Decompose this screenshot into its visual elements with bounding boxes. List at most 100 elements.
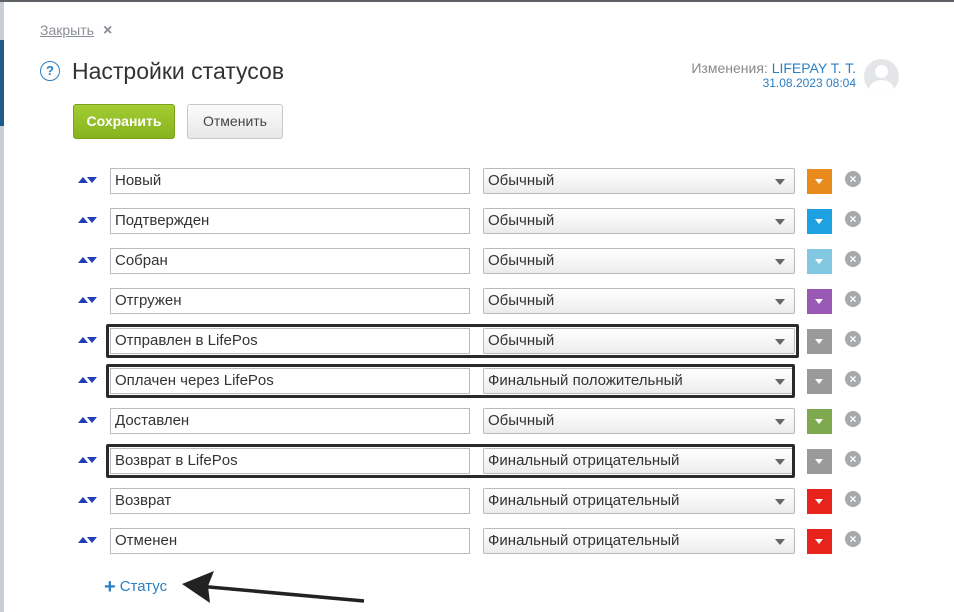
delete-status-icon[interactable]: × <box>845 211 861 227</box>
delete-status-icon[interactable]: × <box>845 531 861 547</box>
status-name-input[interactable]: Отгружен <box>110 288 470 314</box>
status-type-select[interactable]: Финальный положительный <box>483 368 795 394</box>
move-down-icon[interactable] <box>87 257 97 263</box>
save-button[interactable]: Сохранить <box>73 104 175 139</box>
delete-status-icon[interactable]: × <box>845 451 861 467</box>
chevron-down-icon <box>775 419 785 425</box>
delete-status-icon[interactable]: × <box>845 291 861 307</box>
delete-status-icon[interactable]: × <box>845 251 861 267</box>
status-type-select[interactable]: Обычный <box>483 208 795 234</box>
avatar-head <box>875 65 888 78</box>
status-name-input[interactable]: Оплачен через LifePos <box>110 368 470 394</box>
status-color-picker[interactable] <box>807 529 832 554</box>
status-type-value: Финальный отрицательный <box>488 532 680 549</box>
status-type-select[interactable]: Финальный отрицательный <box>483 448 795 474</box>
chevron-down-icon <box>775 299 785 305</box>
status-type-select[interactable]: Обычный <box>483 328 795 354</box>
chevron-down-icon <box>815 179 823 184</box>
status-row: Отменен Финальный отрицательный × <box>2 528 954 556</box>
chevron-down-icon <box>775 379 785 385</box>
move-down-icon[interactable] <box>87 497 97 503</box>
status-row: Возврат Финальный отрицательный × <box>2 488 954 516</box>
status-name-input[interactable]: Отменен <box>110 528 470 554</box>
status-row: Возврат в LifePos Финальный отрицательны… <box>2 444 954 478</box>
chevron-down-icon <box>815 379 823 384</box>
status-type-value: Финальный положительный <box>488 372 683 389</box>
cancel-button[interactable]: Отменить <box>187 104 283 139</box>
move-down-icon[interactable] <box>87 417 97 423</box>
move-down-icon[interactable] <box>87 177 97 183</box>
status-color-picker[interactable] <box>807 249 832 274</box>
status-row: Оплачен через LifePos Финальный положите… <box>2 364 954 398</box>
status-type-select[interactable]: Обычный <box>483 248 795 274</box>
chevron-down-icon <box>775 179 785 185</box>
status-type-select[interactable]: Обычный <box>483 288 795 314</box>
delete-status-icon[interactable]: × <box>845 491 861 507</box>
move-down-icon[interactable] <box>87 377 97 383</box>
close-link[interactable]: Закрыть <box>40 22 94 38</box>
chevron-down-icon <box>815 259 823 264</box>
annotation-arrow <box>182 571 365 603</box>
chevron-down-icon <box>815 299 823 304</box>
move-down-icon[interactable] <box>87 537 97 543</box>
chevron-down-icon <box>775 339 785 345</box>
status-type-value: Обычный <box>488 332 555 349</box>
sort-arrows-icon[interactable] <box>78 377 98 385</box>
status-name-input[interactable]: Возврат в LifePos <box>110 448 470 474</box>
sort-arrows-icon[interactable] <box>78 337 98 345</box>
chevron-down-icon <box>775 219 785 225</box>
sort-arrows-icon[interactable] <box>78 297 98 305</box>
status-color-picker[interactable] <box>807 369 832 394</box>
delete-status-icon[interactable]: × <box>845 331 861 347</box>
move-down-icon[interactable] <box>87 337 97 343</box>
chevron-down-icon <box>815 499 823 504</box>
help-icon[interactable]: ? <box>40 61 60 81</box>
chevron-down-icon <box>815 419 823 424</box>
chevron-down-icon <box>775 539 785 545</box>
avatar[interactable] <box>864 59 899 94</box>
move-down-icon[interactable] <box>87 457 97 463</box>
status-type-select[interactable]: Обычный <box>483 408 795 434</box>
status-name-input[interactable]: Доставлен <box>110 408 470 434</box>
chevron-down-icon <box>775 259 785 265</box>
status-color-picker[interactable] <box>807 289 832 314</box>
sort-arrows-icon[interactable] <box>78 177 98 185</box>
status-type-select[interactable]: Финальный отрицательный <box>483 488 795 514</box>
status-type-value: Обычный <box>488 252 555 269</box>
sort-arrows-icon[interactable] <box>78 537 98 545</box>
sort-arrows-icon[interactable] <box>78 417 98 425</box>
status-type-select[interactable]: Финальный отрицательный <box>483 528 795 554</box>
status-color-picker[interactable] <box>807 209 832 234</box>
changes-date: 31.08.2023 08:04 <box>762 76 856 90</box>
status-color-picker[interactable] <box>807 449 832 474</box>
status-color-picker[interactable] <box>807 409 832 434</box>
status-name-input[interactable]: Подтвержден <box>110 208 470 234</box>
status-name-input[interactable]: Новый <box>110 168 470 194</box>
chevron-down-icon <box>815 459 823 464</box>
status-type-select[interactable]: Обычный <box>483 168 795 194</box>
move-down-icon[interactable] <box>87 217 97 223</box>
sort-arrows-icon[interactable] <box>78 497 98 505</box>
status-name-input[interactable]: Отправлен в LifePos <box>110 328 470 354</box>
close-icon[interactable]: × <box>103 22 112 40</box>
status-color-picker[interactable] <box>807 329 832 354</box>
status-color-picker[interactable] <box>807 489 832 514</box>
delete-status-icon[interactable]: × <box>845 371 861 387</box>
changes-prefix: Изменения: <box>691 60 768 76</box>
delete-status-icon[interactable]: × <box>845 411 861 427</box>
move-down-icon[interactable] <box>87 297 97 303</box>
status-name-input[interactable]: Возврат <box>110 488 470 514</box>
chevron-down-icon <box>815 539 823 544</box>
page-title: Настройки статусов <box>72 58 285 84</box>
delete-status-icon[interactable]: × <box>845 171 861 187</box>
add-status-label: Статус <box>119 578 168 595</box>
status-color-picker[interactable] <box>807 169 832 194</box>
status-name-input[interactable]: Собран <box>110 248 470 274</box>
changes-user-link[interactable]: LIFEPAY T. T. <box>772 60 856 76</box>
add-status-link[interactable]: + Статус <box>104 576 167 599</box>
sort-arrows-icon[interactable] <box>78 257 98 265</box>
status-type-value: Обычный <box>488 212 555 229</box>
sort-arrows-icon[interactable] <box>78 217 98 225</box>
sort-arrows-icon[interactable] <box>78 457 98 465</box>
chevron-down-icon <box>815 219 823 224</box>
